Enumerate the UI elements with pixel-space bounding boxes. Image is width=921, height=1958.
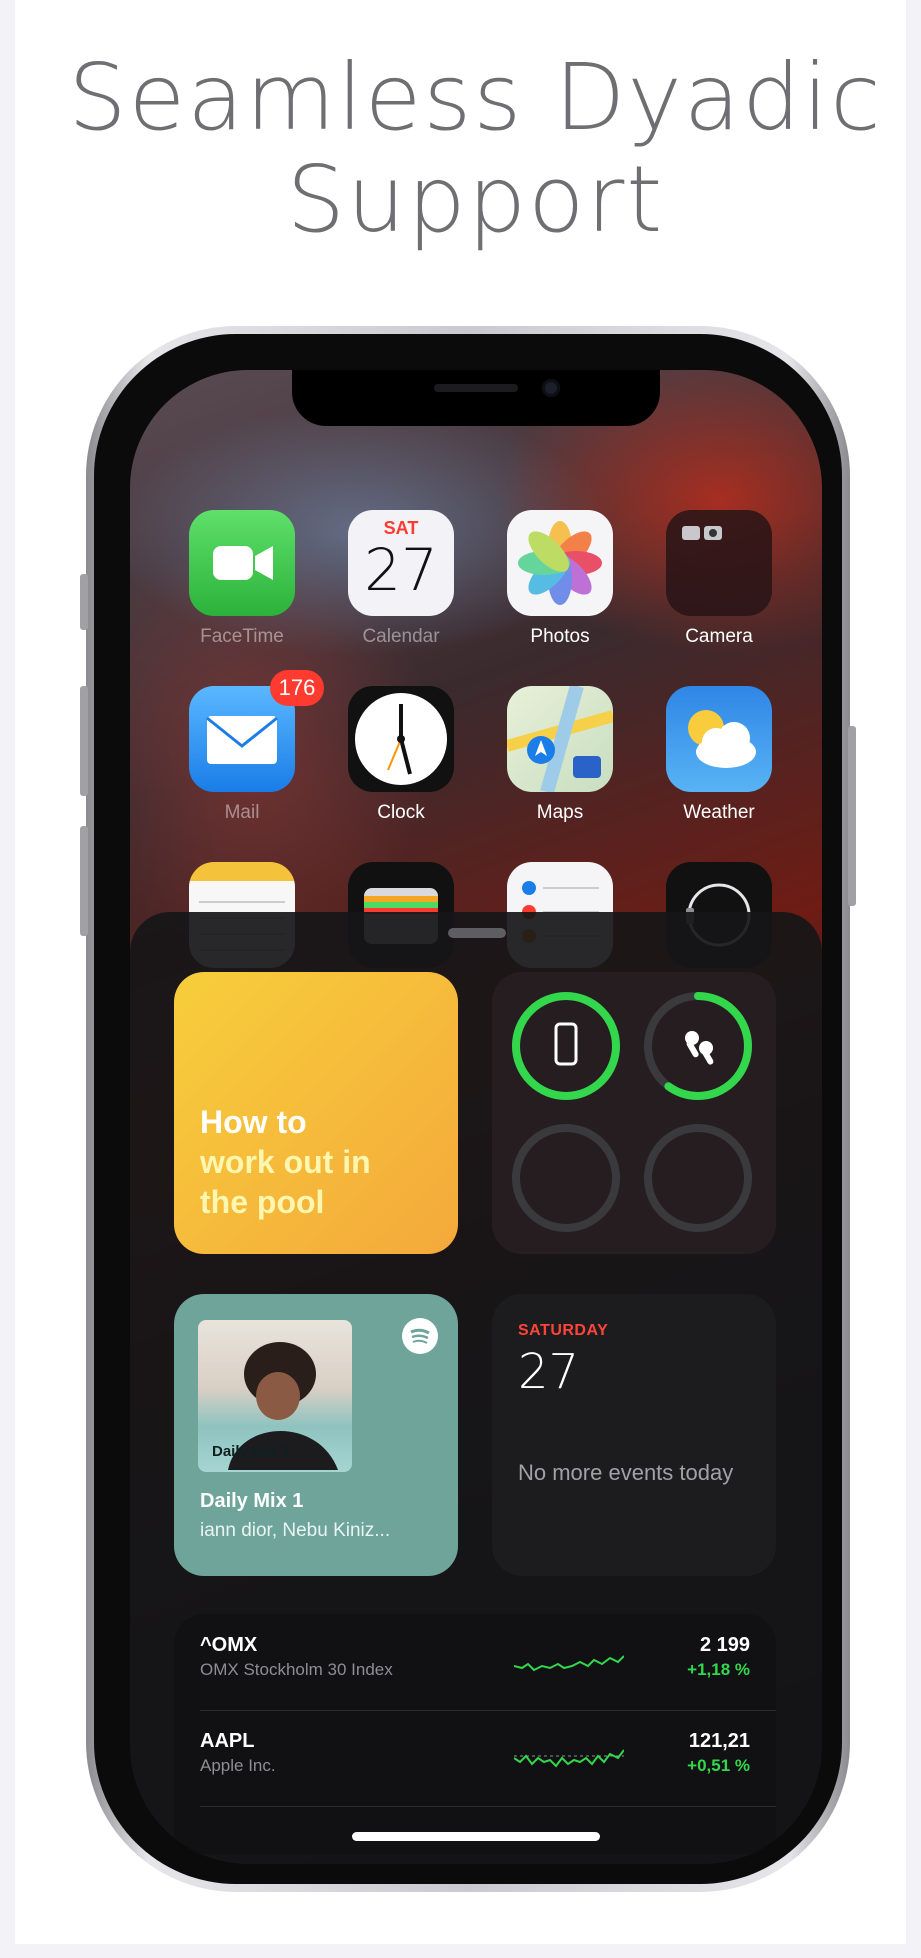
- stock-change: +0,51 %: [687, 1756, 750, 1775]
- mail-badge: 176: [270, 670, 324, 706]
- stock-price: 121,21: [688, 1730, 750, 1752]
- stock-price: 2 199: [699, 1634, 750, 1656]
- maps-icon: [505, 684, 615, 794]
- app-label-weather: Weather: [683, 802, 755, 823]
- empty-battery-ring-2: [644, 1124, 752, 1232]
- calendar-app-date: 27: [364, 536, 438, 604]
- stocks-widget[interactable]: ^OMX OMX Stockholm 30 Index 2 199 +1,18 …: [174, 1614, 776, 1854]
- calendar-date: 27: [518, 1344, 580, 1400]
- calendar-weekday: SATURDAY: [518, 1322, 609, 1339]
- speaker-grille: [434, 384, 518, 392]
- iphone-frame: FaceTime SAT 27 Calendar Photos Camera 1…: [80, 326, 856, 1892]
- app-label-photos: Photos: [530, 626, 590, 647]
- headline-line-1: Seamless Dyadic: [68, 44, 883, 151]
- headline-line-2: Support: [286, 146, 665, 253]
- widget-sheet: How to work out in the pool Daily Mix 1 …: [130, 912, 822, 1864]
- volume-up-button: [80, 686, 88, 796]
- empty-battery-ring-1: [512, 1124, 620, 1232]
- phone-bezel: FaceTime SAT 27 Calendar Photos Camera 1…: [94, 334, 842, 1884]
- facetime-app[interactable]: [189, 510, 295, 616]
- home-screen: FaceTime SAT 27 Calendar Photos Camera 1…: [130, 370, 822, 1864]
- clock-face-icon: [355, 693, 447, 785]
- camera-icon: [682, 526, 722, 540]
- front-camera-icon: [542, 379, 560, 397]
- app-label-maps: Maps: [536, 802, 584, 823]
- spotify-icon: [402, 1318, 438, 1354]
- video-camera-icon: [213, 546, 273, 580]
- batteries-widget[interactable]: [492, 972, 776, 1254]
- mute-switch: [80, 574, 88, 630]
- app-label-facetime: FaceTime: [200, 626, 284, 647]
- album-cover: Daily Mix 1: [198, 1320, 352, 1472]
- stock-symbol: ^OMX: [200, 1634, 258, 1656]
- sun-cloud-icon: [688, 710, 756, 768]
- stock-row-aapl[interactable]: AAPL Apple Inc. 121,21 +0,51 %: [174, 1710, 776, 1806]
- sparkline-omx: [514, 1655, 624, 1672]
- airpods-battery-ring: [644, 992, 752, 1100]
- sheet-grabber[interactable]: [448, 928, 506, 938]
- stock-name: Apple Inc.: [200, 1756, 276, 1775]
- spotify-widget[interactable]: Daily Mix 1 Daily Mix 1 iann dior, Nebu …: [174, 1294, 458, 1576]
- iphone-battery-ring: [512, 992, 620, 1100]
- photos-flower-icon: [518, 521, 602, 605]
- stock-row-omx[interactable]: ^OMX OMX Stockholm 30 Index 2 199 +1,18 …: [174, 1614, 776, 1710]
- music-title: Daily Mix 1: [200, 1490, 304, 1512]
- sparkline-aapl: [514, 1749, 624, 1768]
- weather-app[interactable]: [666, 686, 772, 792]
- calendar-note: No more events today: [518, 1460, 734, 1485]
- tips-widget[interactable]: How to work out in the pool: [174, 972, 458, 1254]
- clock-app[interactable]: [348, 686, 454, 792]
- app-label-camera: Camera: [685, 626, 753, 647]
- maps-app[interactable]: [505, 684, 615, 794]
- stock-symbol: AAPL: [200, 1730, 255, 1752]
- calendar-app[interactable]: SAT 27: [348, 510, 454, 616]
- tips-line-2: work out in: [200, 1144, 371, 1180]
- calendar-widget[interactable]: SATURDAY 27 No more events today: [492, 1294, 776, 1576]
- app-label-mail: Mail: [224, 802, 260, 823]
- stock-divider: [200, 1806, 776, 1807]
- iphone-icon: [554, 1022, 578, 1066]
- photos-app[interactable]: [507, 510, 613, 616]
- volume-down-button: [80, 826, 88, 936]
- home-indicator[interactable]: [352, 1832, 600, 1841]
- tips-line-3: the pool: [200, 1184, 325, 1220]
- stock-change: +1,18 %: [687, 1660, 750, 1679]
- tips-text: How to work out in the pool: [200, 1102, 371, 1222]
- tips-line-1: How to: [200, 1104, 307, 1140]
- app-label-calendar: Calendar: [362, 626, 440, 647]
- side-button: [848, 726, 856, 906]
- app-label-clock: Clock: [377, 802, 425, 823]
- album-cover-title: Daily Mix 1: [212, 1443, 290, 1460]
- music-artists: iann dior, Nebu Kiniz...: [200, 1520, 391, 1541]
- camera-app[interactable]: [666, 510, 772, 616]
- notch: [292, 370, 660, 426]
- airpods-icon: [685, 1031, 714, 1065]
- stock-name: OMX Stockholm 30 Index: [200, 1660, 393, 1679]
